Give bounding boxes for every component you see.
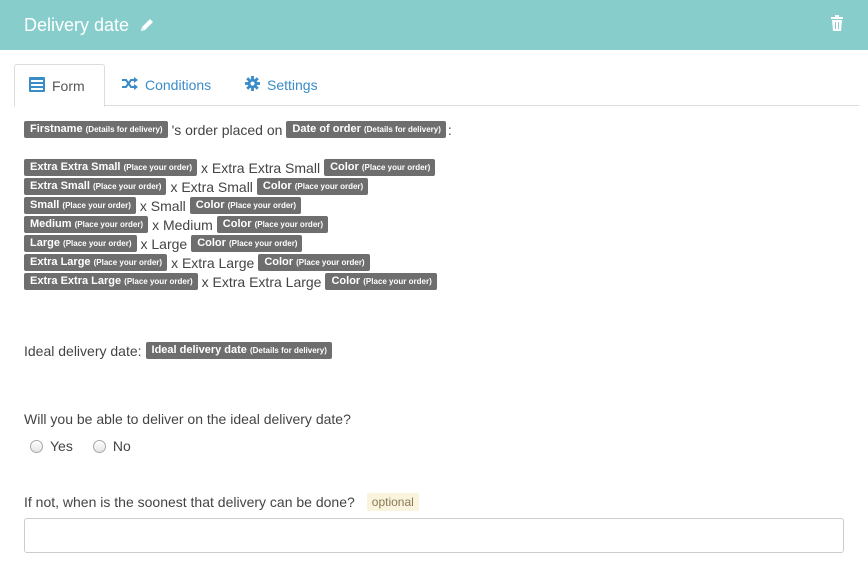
order-line-text: 's order placed on	[171, 121, 283, 138]
form-content: Firstname (Details for delivery) 's orde…	[24, 120, 844, 553]
trash-icon[interactable]	[830, 15, 844, 31]
size-quantity-text: x Small	[139, 197, 186, 214]
ideal-date-line: Ideal delivery date: Ideal delivery date…	[24, 341, 844, 360]
size-tag: Small (Place your order)	[24, 197, 136, 214]
radio-group: Yes No	[30, 438, 844, 454]
tab-bar: Form Conditions Settings	[14, 64, 859, 107]
color-tag: Color (Place your order)	[191, 235, 303, 252]
size-row: Extra Small (Place your order) x Extra S…	[24, 177, 844, 196]
color-tag: Color (Place your order)	[258, 254, 370, 271]
pencil-icon[interactable]	[139, 17, 155, 33]
form-title: Delivery date	[24, 14, 130, 35]
size-quantity-text: x Extra Extra Small	[201, 159, 321, 176]
size-tag: Extra Extra Large (Place your order)	[24, 273, 198, 290]
form-list-icon	[29, 76, 52, 95]
gear-icon	[245, 76, 267, 94]
tab-form[interactable]: Form	[14, 64, 105, 107]
ideal-date-label: Ideal delivery date:	[24, 342, 142, 359]
radio-no[interactable]	[92, 439, 106, 453]
size-tag: Extra Large (Place your order)	[24, 254, 168, 271]
size-tag: Extra Extra Small (Place your order)	[24, 159, 198, 176]
color-tag: Color (Place your order)	[325, 273, 437, 290]
soonest-date-input[interactable]	[24, 518, 844, 553]
size-tag: Extra Small (Place your order)	[24, 178, 167, 195]
size-row: Extra Large (Place your order) x Extra L…	[24, 253, 844, 272]
order-line: Firstname (Details for delivery) 's orde…	[24, 120, 844, 139]
tab-settings-label: Settings	[267, 77, 318, 93]
shuffle-icon	[122, 77, 145, 93]
tab-conditions-label: Conditions	[145, 77, 212, 93]
question-label: Will you be able to deliver on the ideal…	[24, 410, 351, 427]
soonest-line: If not, when is the soonest that deliver…	[24, 492, 844, 511]
radio-no-label[interactable]: No	[113, 438, 131, 454]
size-tag: Large (Place your order)	[24, 235, 137, 252]
size-row: Large (Place your order) x Large Color (…	[24, 234, 844, 253]
tab-settings[interactable]: Settings	[231, 64, 332, 106]
date-of-order-tag: Date of order (Details for delivery)	[286, 121, 446, 138]
firstname-tag: Firstname (Details for delivery)	[24, 121, 168, 138]
question-line: Will you be able to deliver on the ideal…	[24, 409, 844, 428]
soonest-label: If not, when is the soonest that deliver…	[24, 493, 355, 510]
color-tag: Color (Place your order)	[324, 159, 436, 176]
size-quantity-text: x Extra Extra Large	[201, 273, 322, 290]
radio-yes-label[interactable]: Yes	[50, 438, 73, 454]
order-line-suffix: :	[447, 121, 452, 138]
color-tag: Color (Place your order)	[256, 178, 369, 195]
size-row: Small (Place your order) x Small Color (…	[24, 196, 844, 215]
size-quantity-text: x Extra Large	[171, 254, 255, 271]
size-row: Extra Extra Small (Place your order) x E…	[24, 158, 844, 177]
form-header: Delivery date	[0, 0, 868, 50]
size-row: Medium (Place your order) x Medium Color…	[24, 215, 844, 234]
optional-badge: optional	[366, 492, 419, 511]
color-tag: Color (Place your order)	[216, 216, 329, 233]
size-tag: Medium (Place your order)	[24, 216, 149, 233]
radio-yes[interactable]	[30, 439, 43, 453]
size-quantity-text: x Extra Small	[170, 178, 253, 195]
ideal-date-tag: Ideal delivery date (Details for deliver…	[145, 342, 332, 359]
color-tag: Color (Place your order)	[189, 197, 302, 214]
size-row: Extra Extra Large (Place your order) x E…	[24, 272, 844, 291]
tab-form-label: Form	[52, 77, 85, 94]
tab-conditions[interactable]: Conditions	[108, 64, 225, 106]
size-quantity-text: x Large	[140, 235, 188, 252]
size-quantity-text: x Medium	[152, 216, 213, 233]
